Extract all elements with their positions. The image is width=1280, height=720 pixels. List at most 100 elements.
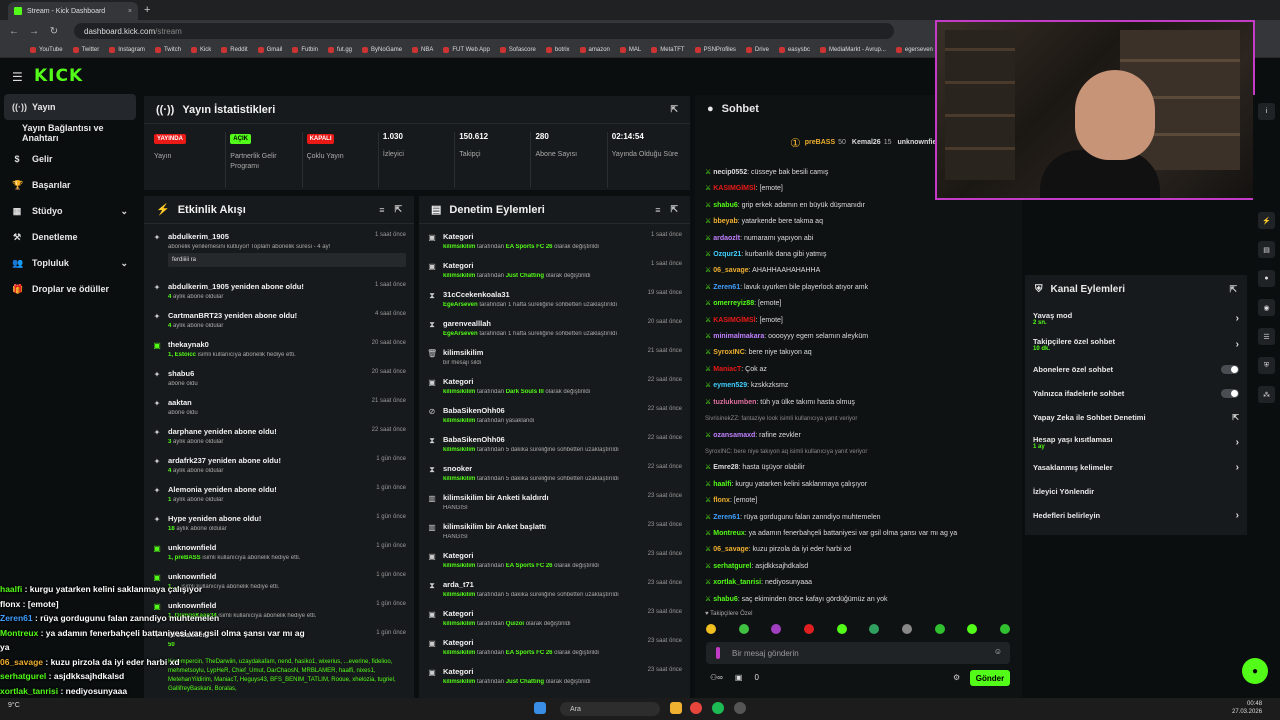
chat-username[interactable]: 06_savage (713, 267, 748, 274)
shield-icon[interactable]: ⛨ (1258, 357, 1275, 374)
chat-username[interactable]: shabu6 (713, 596, 738, 603)
chat-username[interactable]: flonx (713, 497, 730, 504)
chevron-down-icon[interactable]: ⌄ (120, 258, 128, 269)
chat-username[interactable]: Ozqur21 (713, 251, 741, 258)
bookmark-item[interactable]: Reddit (221, 46, 248, 53)
bookmark-item[interactable]: egerseven (895, 46, 933, 53)
chat-username[interactable]: KASIMGİMSİ (713, 185, 755, 192)
emote-icon[interactable] (771, 624, 782, 634)
users-icon[interactable]: ⚇∞ (710, 673, 723, 682)
app-icon[interactable] (734, 702, 746, 714)
chevron-right-icon[interactable]: › (1236, 339, 1239, 350)
bookmark-item[interactable]: Gmail (257, 46, 282, 53)
sidebar-item-2[interactable]: Yayın Bağlantısı ve Anahtarı (0, 120, 140, 146)
emoji-icon[interactable]: ☺ (994, 647, 1002, 656)
sidebar-item-3[interactable]: $ Gelir (0, 146, 140, 172)
emote-icon[interactable] (869, 624, 880, 634)
chat-username[interactable]: tuzlukumben (713, 399, 756, 406)
sidebar-item-6[interactable]: ⚒ Denetleme (0, 224, 140, 250)
chat-username[interactable]: xortlak_tanrisi (713, 579, 761, 586)
bookmark-item[interactable]: ByNoGame (362, 46, 402, 53)
channel-action-row[interactable]: Yasaklanmış kelimeler › (1025, 455, 1247, 479)
popout-icon[interactable]: ⇱ (394, 204, 402, 215)
lightning-icon[interactable]: ⚡ (1258, 212, 1275, 229)
send-button[interactable]: Gönder (970, 670, 1010, 686)
chat-username[interactable]: Zeren61 (713, 284, 740, 291)
bookmark-item[interactable]: Kick (190, 46, 211, 53)
filter-icon[interactable]: ≡ (655, 205, 660, 215)
channel-action-row[interactable]: İzleyici Yönlendir (1025, 479, 1247, 503)
chat-username[interactable]: omerreyiz88 (713, 300, 754, 307)
bookmark-item[interactable]: botrix (545, 46, 570, 53)
list-icon[interactable]: ☰ (1258, 328, 1275, 345)
file-explorer-icon[interactable] (670, 702, 682, 714)
emote-icon[interactable] (967, 624, 978, 634)
toggle-switch[interactable] (1221, 388, 1239, 398)
channel-action-row[interactable]: Yapay Zeka ile Sohbet Denetimi ⇱ (1025, 405, 1247, 429)
channel-action-row[interactable]: Hesap yaşı kısıtlaması 1 ay › (1025, 429, 1247, 455)
bookmark-item[interactable]: Twitch (154, 46, 181, 53)
windows-start-icon[interactable] (534, 702, 546, 714)
kick-logo[interactable]: KICK (34, 66, 83, 86)
chat-username[interactable]: ardaozlt (713, 235, 740, 242)
close-tab-icon[interactable]: × (128, 8, 132, 15)
chat-username[interactable]: eymen529 (713, 382, 747, 389)
chat-fab-button[interactable]: ● (1242, 658, 1268, 684)
chat-username[interactable]: shabu6 (713, 202, 738, 209)
bookmark-item[interactable]: Drive (745, 46, 769, 53)
bookmark-item[interactable]: Futbin (292, 46, 318, 53)
pinned-gifter[interactable]: preBASS 50 (805, 138, 846, 148)
sidebar-item-8[interactable]: 🎁 Droplar ve ödüller (0, 276, 140, 302)
bookmark-item[interactable]: Twitter (72, 46, 99, 53)
external-link-icon[interactable]: ⇱ (1232, 413, 1239, 422)
settings-icon[interactable]: ⚙ (953, 673, 960, 682)
filter-icon[interactable]: ≡ (379, 205, 384, 215)
chat-username[interactable]: haalfi (713, 481, 731, 488)
bookmark-item[interactable]: NBA (412, 46, 433, 53)
bookmark-item[interactable]: PSNProfiles (694, 46, 736, 53)
url-input[interactable]: dashboard.kick.com/stream (74, 23, 894, 39)
emote-icon[interactable] (999, 624, 1010, 634)
sidebar-item-5[interactable]: ▦ Stüdyo ⌄ (0, 198, 140, 224)
weather-widget[interactable]: 9°C (8, 702, 20, 709)
bookmark-item[interactable]: MAL (619, 46, 641, 53)
emote-icon[interactable] (706, 624, 716, 634)
chat-username[interactable]: ManiacT (713, 366, 741, 373)
chat-username[interactable]: minimalmakara (713, 333, 764, 340)
chat-username[interactable]: KASIMGİMSİ (713, 317, 755, 324)
channel-action-row[interactable]: Yalnızca ifadelerle sohbet (1025, 381, 1247, 405)
chat-username[interactable]: necip0552 (713, 169, 747, 176)
bookmark-item[interactable]: MetaTFT (651, 46, 685, 53)
chevron-down-icon[interactable]: ⌄ (120, 206, 128, 217)
emote-icon[interactable] (738, 624, 749, 634)
browser-tab[interactable]: Stream - Kick Dashboard × (8, 2, 138, 20)
bookmark-item[interactable]: fut.gg (328, 46, 352, 53)
chevron-right-icon[interactable]: › (1236, 437, 1239, 448)
back-icon[interactable]: ← (8, 26, 20, 37)
chat-icon[interactable]: ● (1258, 270, 1275, 287)
channel-action-row[interactable]: Takipçilere özel sohbet 10 dk. › (1025, 331, 1247, 357)
taskbar-search[interactable]: Ara (560, 702, 660, 716)
bookmark-item[interactable]: amazon (579, 46, 610, 53)
info-icon[interactable]: i (1258, 103, 1275, 120)
sidebar-item-4[interactable]: 🏆 Başarılar (0, 172, 140, 198)
chat-username[interactable]: 06_savage (713, 546, 748, 553)
pinned-gifter[interactable]: Kemal26 15 (852, 138, 892, 148)
emote-icon[interactable] (934, 624, 945, 634)
emote-icon[interactable] (803, 624, 814, 634)
popout-icon[interactable]: ⇱ (1229, 284, 1237, 295)
bookmark-item[interactable]: Instagram (109, 46, 145, 53)
pinned-gifters[interactable]: ①preBASS50Kemal2615unknownfield5 (790, 130, 950, 156)
sidebar-item-7[interactable]: 👥 Topluluk ⌄ (0, 250, 140, 276)
popout-icon[interactable]: ⇱ (670, 104, 678, 115)
chevron-right-icon[interactable]: › (1236, 462, 1239, 473)
chat-username[interactable]: serhatgurel (713, 563, 751, 570)
gift-icon[interactable]: ▣ (735, 673, 743, 682)
channel-action-row[interactable]: Abonelere özel sohbet (1025, 357, 1247, 381)
chat-username[interactable]: bbeyab (713, 218, 738, 225)
chat-username[interactable]: Zeren61 (713, 514, 740, 521)
toggle-switch[interactable] (1221, 364, 1239, 374)
popout-icon[interactable]: ⇱ (670, 204, 678, 215)
apps-icon[interactable]: ⁂ (1258, 386, 1275, 403)
emote-icon[interactable] (836, 624, 847, 634)
